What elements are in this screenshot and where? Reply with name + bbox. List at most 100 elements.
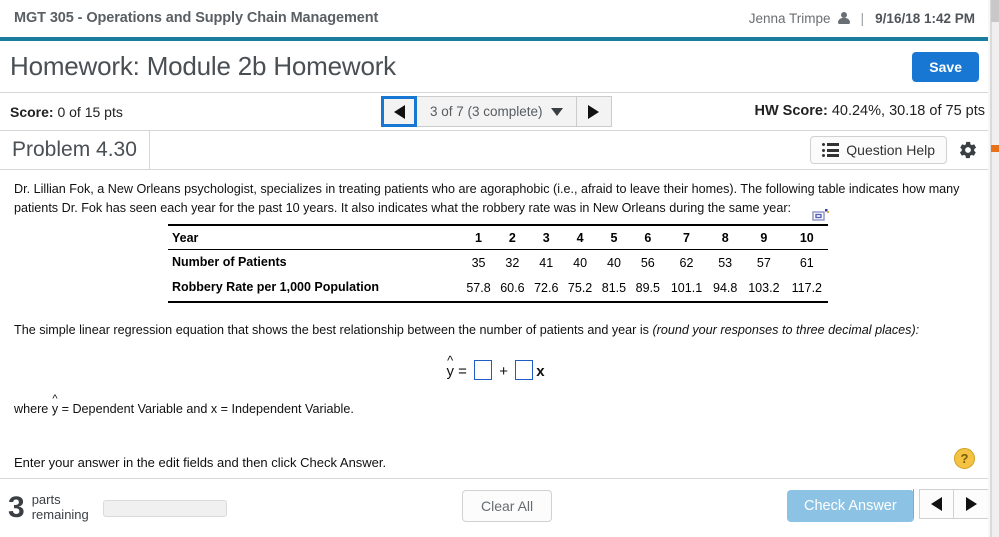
previous-question-button[interactable] bbox=[381, 96, 417, 127]
rounding-instruction: (round your responses to three decimal p… bbox=[652, 323, 920, 338]
table-header-row: Year 1 2 3 4 5 6 7 8 9 10 bbox=[168, 226, 828, 250]
table-cell: 40 bbox=[607, 255, 621, 270]
gear-icon[interactable] bbox=[957, 139, 979, 161]
hat-accent: ^ bbox=[447, 352, 454, 368]
scrollbar-marker bbox=[991, 145, 999, 152]
table-cell: 41 bbox=[539, 255, 554, 270]
header-cell: 2 bbox=[495, 226, 530, 250]
table-cell: 103.2 bbox=[742, 275, 786, 304]
datetime-display: 9/16/18 1:42 PM bbox=[875, 10, 975, 26]
where-prefix: where bbox=[14, 401, 52, 416]
assignment-title-bar: Homework: Module 2b Homework Save bbox=[0, 41, 991, 93]
regression-prompt: The simple linear regression equation th… bbox=[14, 321, 977, 340]
check-answer-button[interactable]: Check Answer bbox=[787, 490, 914, 522]
header-cell: 4 bbox=[563, 226, 598, 250]
header-cell: 10 bbox=[785, 226, 828, 250]
where-suffix: = Dependent Variable and x = Independent… bbox=[58, 401, 354, 416]
footer-next-button[interactable] bbox=[954, 489, 989, 519]
table-cell: 56 bbox=[640, 255, 655, 270]
popout-to-spreadsheet-icon[interactable] bbox=[812, 208, 829, 222]
page-scrollbar[interactable] bbox=[991, 0, 999, 537]
triangle-left-icon bbox=[931, 497, 942, 511]
hw-score-value: 40.24%, 30.18 of 75 pts bbox=[831, 103, 985, 119]
equals-sign: = bbox=[458, 362, 467, 380]
variable-definition: where ^ y = Dependent Variable and x = In… bbox=[14, 393, 977, 416]
header-separator: | bbox=[860, 10, 865, 26]
problem-statement: Dr. Lillian Fok, a New Orleans psycholog… bbox=[14, 182, 960, 215]
header-cell: 3 bbox=[529, 226, 564, 250]
course-title: MGT 305 - Operations and Supply Chain Ma… bbox=[14, 10, 379, 26]
table-cell: 32 bbox=[505, 255, 520, 270]
table-cell: 75.2 bbox=[563, 275, 598, 304]
list-icon bbox=[821, 143, 840, 157]
clear-all-button[interactable]: Clear All bbox=[462, 490, 553, 522]
table-cell: 57 bbox=[756, 255, 771, 270]
row-label-year: Year bbox=[168, 226, 462, 250]
triangle-right-icon bbox=[965, 497, 977, 511]
table-cell: 94.8 bbox=[708, 275, 743, 304]
header-cell: 9 bbox=[742, 226, 786, 250]
header-cell: 8 bbox=[708, 226, 743, 250]
question-navigator: 3 of 7 (3 complete) bbox=[381, 96, 612, 127]
header-cell: 5 bbox=[597, 226, 631, 250]
parts-label-line2: remaining bbox=[31, 507, 89, 522]
header-user-area: Jenna Trimpe | 9/16/18 1:42 PM bbox=[749, 10, 975, 26]
person-icon[interactable] bbox=[837, 11, 850, 25]
scrollbar-thumb[interactable] bbox=[991, 0, 999, 22]
problem-score: Score: 0 of 15 pts bbox=[10, 104, 123, 120]
y-hat-symbol: ^ y bbox=[446, 353, 454, 380]
triangle-right-icon bbox=[588, 104, 600, 119]
homework-score: HW Score: 40.24%, 30.18 of 75 pts bbox=[754, 103, 985, 119]
table-row-robbery-rate: Robbery Rate per 1,000 Population 57.8 6… bbox=[168, 275, 828, 304]
user-name: Jenna Trimpe bbox=[748, 10, 831, 26]
table-cell: 35 bbox=[471, 255, 486, 270]
plus-sign: + bbox=[499, 362, 509, 380]
save-button[interactable]: Save bbox=[912, 51, 979, 82]
question-help-button[interactable]: Question Help bbox=[809, 136, 947, 164]
help-badge-icon[interactable]: ? bbox=[954, 448, 975, 469]
progress-bar bbox=[102, 499, 227, 517]
problem-header-bar: Problem 4.30 Question Help bbox=[0, 130, 991, 170]
slope-input[interactable] bbox=[515, 359, 534, 380]
patients-robbery-table: Year 1 2 3 4 5 6 7 8 9 10 Number of Pati… bbox=[168, 223, 828, 304]
next-question-button[interactable] bbox=[575, 96, 612, 127]
score-label: Score: bbox=[10, 103, 54, 120]
page-title: Homework: Module 2b Homework bbox=[10, 51, 396, 81]
table-cell: 57.8 bbox=[461, 275, 496, 304]
table-cell: 40 bbox=[573, 255, 588, 270]
table-cell: 89.5 bbox=[630, 275, 665, 304]
footer-divider bbox=[913, 489, 914, 518]
intercept-input[interactable] bbox=[474, 359, 493, 380]
regression-equation: ^ y = + x bbox=[0, 353, 991, 380]
hw-score-label: HW Score: bbox=[754, 103, 828, 119]
footer-navigation bbox=[919, 489, 989, 519]
score-value: 0 of 15 pts bbox=[57, 103, 123, 120]
table-cell: 62 bbox=[679, 255, 694, 270]
table-cell: 53 bbox=[718, 255, 733, 270]
header-cell: 6 bbox=[630, 226, 665, 250]
question-help-label: Question Help bbox=[846, 142, 935, 158]
question-selector-dropdown[interactable]: 3 of 7 (3 complete) bbox=[417, 96, 576, 127]
row-label-patients: Number of Patients bbox=[172, 254, 287, 269]
x-variable: x bbox=[536, 362, 545, 380]
parts-remaining-block: 3 parts remaining bbox=[8, 491, 227, 524]
parts-label-line1: parts bbox=[31, 492, 61, 508]
data-table-wrapper: Year 1 2 3 4 5 6 7 8 9 10 Number of Pati… bbox=[168, 208, 829, 304]
table-cell: 60.6 bbox=[495, 275, 530, 304]
parts-remaining-count: 3 bbox=[8, 491, 25, 524]
triangle-left-icon bbox=[393, 104, 405, 119]
course-header-bar: MGT 305 - Operations and Supply Chain Ma… bbox=[0, 0, 991, 36]
footer-previous-button[interactable] bbox=[919, 489, 954, 519]
table-cell: 101.1 bbox=[664, 275, 709, 304]
header-cell: 7 bbox=[664, 226, 709, 250]
table-cell: 61 bbox=[799, 255, 814, 270]
table-cell: 72.6 bbox=[529, 275, 564, 304]
table-cell: 81.5 bbox=[597, 275, 631, 304]
row-label-robbery-rate: Robbery Rate per 1,000 Population bbox=[168, 275, 462, 304]
regression-prompt-text: The simple linear regression equation th… bbox=[14, 323, 653, 338]
chevron-down-icon bbox=[550, 107, 563, 116]
header-cell: 1 bbox=[461, 226, 496, 250]
problem-content: Dr. Lillian Fok, a New Orleans psycholog… bbox=[0, 170, 991, 478]
hat-accent: ^ bbox=[52, 392, 58, 405]
answer-instruction: Enter your answer in the edit fields and… bbox=[14, 455, 387, 470]
